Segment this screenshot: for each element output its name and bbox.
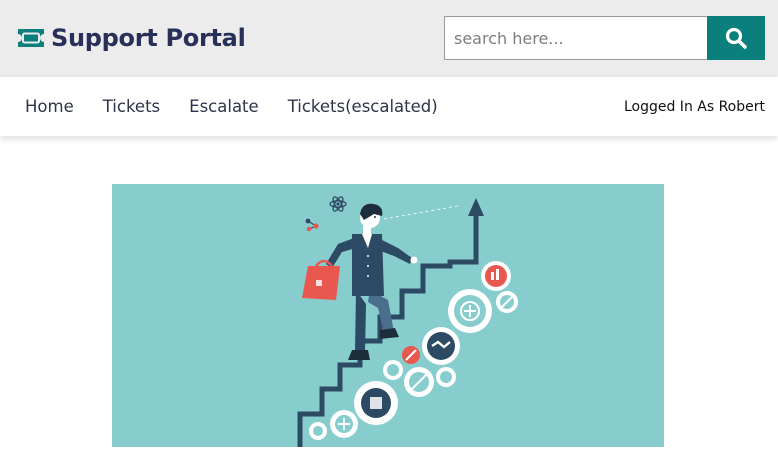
search-icon bbox=[725, 27, 747, 49]
search-bar bbox=[444, 16, 765, 60]
businessman-climbing-stairs-illustration bbox=[112, 184, 664, 447]
hero-image bbox=[112, 184, 664, 447]
ticket-icon bbox=[18, 29, 44, 47]
nav-item-tickets-escalated[interactable]: Tickets(escalated) bbox=[288, 97, 438, 116]
user-status: Logged In As Robert bbox=[623, 98, 765, 115]
brand-title: Support Portal bbox=[51, 24, 246, 52]
brand[interactable]: Support Portal bbox=[16, 20, 246, 56]
search-input[interactable] bbox=[444, 16, 707, 60]
search-button[interactable] bbox=[707, 16, 765, 60]
nav-item-escalate[interactable]: Escalate bbox=[189, 97, 259, 116]
nav-item-home[interactable]: Home bbox=[25, 97, 74, 116]
nav-list: Home Tickets Escalate Tickets(escalated) bbox=[0, 77, 438, 136]
nav-item-tickets[interactable]: Tickets bbox=[103, 97, 160, 116]
main-nav: Home Tickets Escalate Tickets(escalated)… bbox=[0, 77, 778, 136]
top-header: Support Portal bbox=[0, 0, 778, 77]
